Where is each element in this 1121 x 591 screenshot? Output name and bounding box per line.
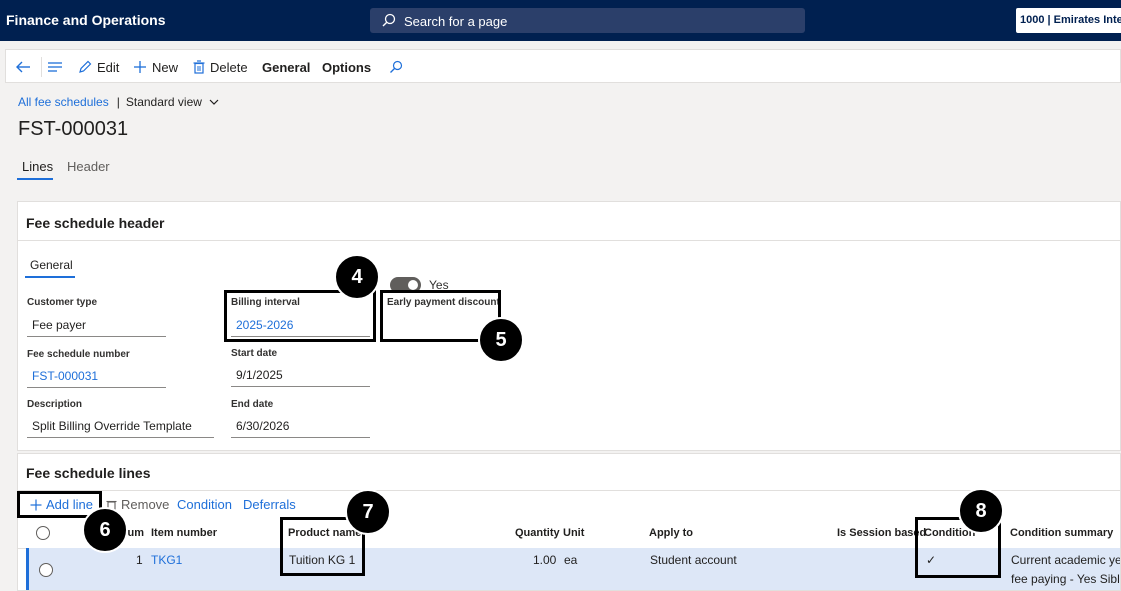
fee-schedule-header-card: Fee schedule header General Customer typ… (17, 201, 1121, 451)
subtab-indicator (25, 276, 75, 278)
row-item-number[interactable]: TKG1 (151, 553, 182, 567)
row-select-radio[interactable] (39, 563, 53, 577)
fee-schedule-number-label: Fee schedule number (27, 349, 130, 360)
edit-label: Edit (97, 59, 120, 75)
fee-schedule-number-field[interactable]: FST-000031 (27, 368, 166, 388)
tab-lines[interactable]: Lines (22, 159, 53, 174)
search-box[interactable]: Search for a page (370, 8, 805, 33)
new-label: New (152, 59, 179, 75)
start-date-field[interactable]: 9/1/2025 (231, 367, 370, 387)
delete-button[interactable]: Delete (193, 50, 248, 84)
active-tab-indicator (17, 178, 53, 180)
company-picker[interactable]: 1000 | Emirates International (1016, 8, 1121, 33)
subtab-general[interactable]: General (30, 258, 73, 272)
grid-toolbar: Add line Remove Condition Deferrals (18, 484, 1120, 512)
description-label: Description (27, 399, 83, 410)
row-quantity: 1.00 (533, 553, 557, 567)
row-apply-to: Student account (650, 553, 737, 567)
search-icon (390, 60, 403, 73)
search-placeholder: Search for a page (404, 14, 508, 29)
row-condition-summary-line2: fee paying - Yes Siblings (1011, 572, 1120, 586)
condition-button[interactable]: Condition (177, 497, 232, 512)
trash-icon (193, 60, 205, 74)
customer-type-field[interactable]: Fee payer (27, 317, 166, 337)
app-title: Finance and Operations (6, 12, 166, 28)
options-tab-button[interactable]: Options (322, 50, 371, 84)
action-pane: Edit New Delete General Options (5, 49, 1121, 83)
deferrals-button[interactable]: Deferrals (243, 497, 296, 512)
column-header-unit[interactable]: Unit (563, 527, 584, 539)
callout-badge-4: 4 (334, 254, 380, 300)
column-header-item-number[interactable]: Item number (151, 527, 217, 539)
row-num: 1 (136, 553, 143, 567)
search-icon (382, 13, 396, 27)
divider (18, 240, 1120, 241)
column-header-is-session-based[interactable]: Is Session based (837, 527, 926, 539)
end-date-field[interactable]: 6/30/2026 (231, 418, 370, 438)
start-date-label: Start date (231, 348, 278, 359)
top-navigation-bar: Finance and Operations Search for a page… (0, 0, 1121, 41)
select-all-radio[interactable] (36, 526, 50, 540)
delete-label: Delete (210, 59, 248, 75)
column-header-condition-summary[interactable]: Condition summary (1010, 527, 1113, 539)
description-field[interactable]: Split Billing Override Template (27, 418, 214, 438)
pencil-icon (79, 60, 92, 73)
row-condition-summary-line1: Current academic year (1011, 553, 1121, 567)
callout-badge-7: 7 (345, 489, 391, 535)
breadcrumb-separator: | (116, 95, 120, 109)
fee-schedule-lines-title[interactable]: Fee schedule lines (26, 465, 151, 481)
callout-badge-6: 6 (82, 507, 128, 553)
tab-header[interactable]: Header (67, 159, 110, 174)
remove-label: Remove (121, 497, 170, 512)
callout-badge-5: 5 (478, 317, 524, 363)
callout-badge-8: 8 (958, 488, 1004, 534)
column-header-quantity[interactable]: Quantity (515, 527, 560, 539)
separator (41, 57, 42, 77)
view-selector[interactable]: Standard view (126, 95, 202, 109)
all-fee-schedules-link[interactable]: All fee schedules (18, 95, 109, 109)
breadcrumb: All fee schedules | Standard view (18, 95, 219, 109)
end-date-label: End date (231, 399, 274, 410)
menu-button[interactable] (48, 50, 62, 84)
new-button[interactable]: New (133, 50, 178, 84)
page-title: FST-000031 (18, 118, 129, 140)
fee-schedule-header-title[interactable]: Fee schedule header (26, 215, 165, 231)
back-arrow-icon (16, 61, 30, 73)
chevron-down-icon[interactable] (209, 98, 219, 106)
row-unit: ea (564, 553, 578, 567)
back-button[interactable] (15, 50, 31, 84)
column-header-apply-to[interactable]: Apply to (649, 527, 693, 539)
edit-button[interactable]: Edit (78, 50, 119, 84)
action-search-button[interactable] (389, 50, 403, 84)
customer-type-label: Customer type (27, 297, 98, 308)
hamburger-icon (48, 62, 62, 72)
general-tab-button[interactable]: General (262, 50, 310, 84)
plus-icon (134, 61, 146, 73)
